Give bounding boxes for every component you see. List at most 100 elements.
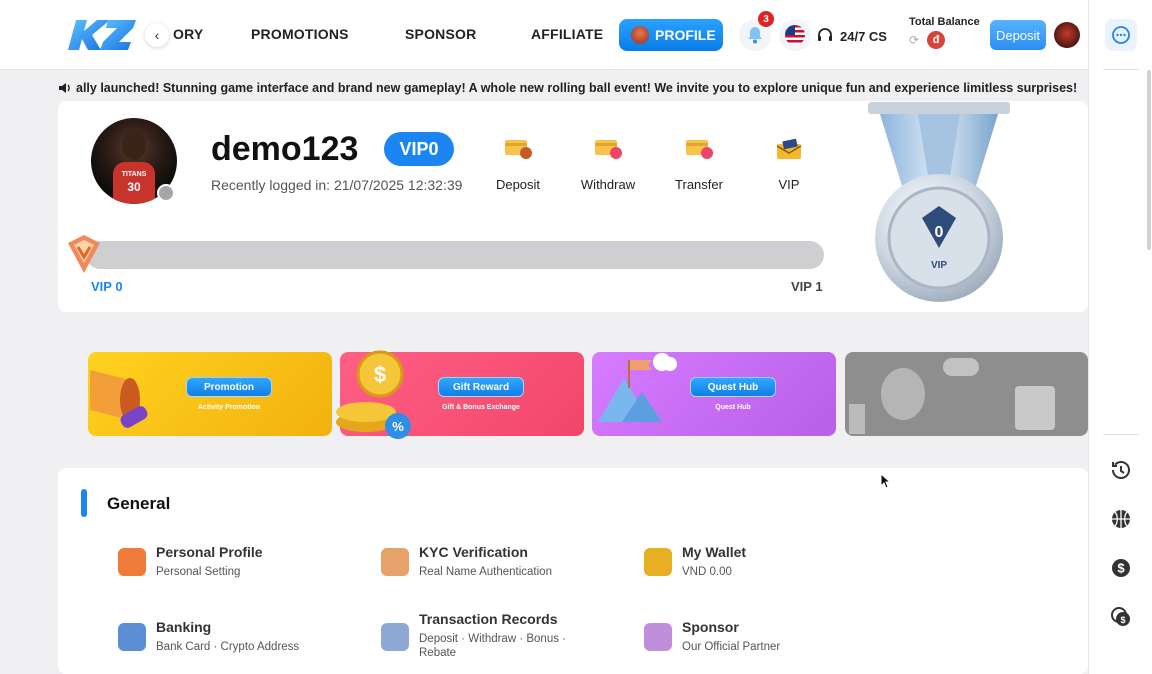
kz-logo[interactable] (68, 16, 138, 54)
vip-action-label: VIP (778, 177, 800, 192)
profile-avatar-icon (631, 26, 649, 44)
trophy-icon (644, 623, 672, 651)
nav-item-history[interactable]: ORY (173, 26, 203, 42)
player-head (122, 130, 146, 160)
general-item-sub: Real Name Authentication (419, 566, 552, 578)
username: demo123 (211, 130, 359, 168)
history-icon[interactable] (1109, 458, 1133, 482)
general-item-sub: VND 0.00 (682, 566, 732, 578)
announcement-text: ally launched! Stunning game interface a… (76, 81, 1078, 95)
gold-coins-icon: $ % (336, 350, 411, 439)
megaphone-icon (90, 370, 148, 428)
chat-icon (1112, 26, 1130, 44)
general-item-title: Personal Profile (156, 544, 263, 560)
total-balance-label: Total Balance (909, 16, 980, 28)
wallet-icon (644, 548, 672, 576)
headset-icon (818, 28, 832, 41)
general-item-personal-profile[interactable]: Personal Profile Personal Setting (118, 544, 263, 579)
refresh-icon[interactable]: ⟳ (909, 33, 919, 47)
nav-scroll-left-button[interactable]: ‹ (145, 23, 169, 47)
deposit-card-icon (505, 140, 532, 159)
vip-shield-icon (68, 235, 100, 273)
last-login-text: Recently logged in: 21/07/2025 12:32:39 (211, 177, 463, 193)
transfer-card-icon (686, 140, 713, 159)
general-item-title: KYC Verification (419, 544, 528, 560)
general-item-sub: Bank Card · Crypto Address (156, 641, 300, 653)
header-deposit-button[interactable]: Deposit (990, 20, 1046, 50)
mountain-flag-icon (598, 353, 677, 422)
coin-stack-icon[interactable]: $ (1109, 605, 1133, 629)
vip-medal-icon: 0 VIP (868, 102, 1010, 302)
notification-badge: 3 (758, 11, 774, 27)
promo-quest-button[interactable]: Quest Hub (690, 377, 776, 397)
speaker-icon (59, 83, 70, 93)
svg-text:$: $ (374, 362, 386, 387)
player-jersey: TITANS 30 (113, 162, 155, 204)
dollar-icon[interactable]: $ (1109, 556, 1133, 580)
chevron-left-icon: ‹ (154, 27, 160, 43)
svg-text:$: $ (1120, 615, 1125, 625)
person-icon (118, 548, 146, 576)
right-sidebar: $ $ (1088, 0, 1152, 674)
general-item-sponsor[interactable]: Sponsor Our Official Partner (644, 619, 780, 654)
general-item-title: Banking (156, 619, 212, 635)
deposit-action-label: Deposit (495, 177, 541, 192)
transfer-action-label: Transfer (675, 177, 723, 192)
promo-banner-disabled[interactable] (845, 352, 1088, 436)
general-item-transaction-records[interactable]: Transaction Records Deposit · Withdraw · … (381, 611, 589, 660)
top-navigation-bar: ‹ ORY PROMOTIONS SPONSOR AFFILIATE PROFI… (0, 0, 1088, 70)
nav-item-sponsor[interactable]: SPONSOR (405, 26, 476, 42)
medal-level: 0 (935, 224, 944, 241)
balance-row: ⟳ đ (909, 31, 946, 49)
promo-promotion-button[interactable]: Promotion (186, 377, 272, 397)
deposit-action[interactable]: Deposit (483, 138, 553, 192)
vip-envelope-icon (776, 138, 802, 159)
general-item-title: Transaction Records (419, 611, 558, 627)
promo-gift-button[interactable]: Gift Reward (438, 377, 524, 397)
customer-support-link[interactable]: 24/7 CS (816, 27, 887, 45)
general-item-banking[interactable]: Banking Bank Card · Crypto Address (118, 619, 299, 654)
nav-item-promotions[interactable]: PROMOTIONS (251, 26, 349, 42)
vip-current-label: VIP 0 (91, 279, 123, 294)
scrollbar-thumb[interactable] (1147, 70, 1151, 250)
promo-quest-sub: Quest Hub (715, 404, 751, 411)
jersey-number: 30 (127, 180, 141, 194)
svg-text:%: % (392, 419, 404, 434)
general-item-sub: Personal Setting (156, 566, 241, 578)
transfer-action[interactable]: Transfer (664, 138, 734, 192)
user-avatar[interactable] (1054, 22, 1080, 48)
language-button[interactable] (779, 19, 811, 51)
us-flag-icon (785, 25, 805, 45)
profile-label: PROFILE (655, 27, 716, 43)
chat-button[interactable] (1105, 19, 1137, 51)
announcement-marquee: ally launched! Stunning game interface a… (58, 77, 1088, 99)
calendar-megaphone-art (849, 358, 1055, 434)
vip-level-badge: VIP0 (384, 132, 454, 166)
bell-icon (748, 27, 762, 44)
mouse-cursor-icon (880, 473, 892, 489)
withdraw-action[interactable]: Withdraw (573, 138, 643, 192)
promo-promotion-sub: Activity Promotion (197, 404, 261, 411)
withdraw-card-icon (595, 140, 622, 159)
general-item-my-wallet[interactable]: My Wallet VND 0.00 (644, 544, 746, 579)
nav-item-affiliate[interactable]: AFFILIATE (531, 26, 603, 42)
general-item-kyc-verification[interactable]: KYC Verification Real Name Authentication (381, 544, 552, 579)
bank-icon (118, 623, 146, 651)
general-section-title: General (107, 494, 171, 513)
sidebar-divider (1103, 69, 1139, 70)
vip-next-label: VIP 1 (791, 279, 823, 294)
general-item-title: Sponsor (682, 619, 739, 635)
vip-progress-bar (86, 241, 824, 269)
vip-action[interactable]: VIP (754, 138, 824, 192)
general-item-sub: Deposit · Withdraw · Bonus · Rebate (419, 633, 566, 659)
withdraw-action-label: Withdraw (580, 177, 636, 192)
section-accent-bar (81, 489, 87, 517)
nav-profile-button[interactable]: PROFILE (619, 19, 723, 51)
edit-avatar-icon[interactable] (157, 184, 175, 202)
basketball-icon[interactable] (1109, 507, 1133, 531)
document-list-icon (381, 623, 409, 651)
support-label: 24/7 CS (840, 28, 887, 44)
promo-gift-sub: Gift & Bonus Exchange (442, 404, 520, 411)
currency-coin-icon: đ (927, 31, 946, 49)
sidebar-divider (1103, 434, 1139, 435)
